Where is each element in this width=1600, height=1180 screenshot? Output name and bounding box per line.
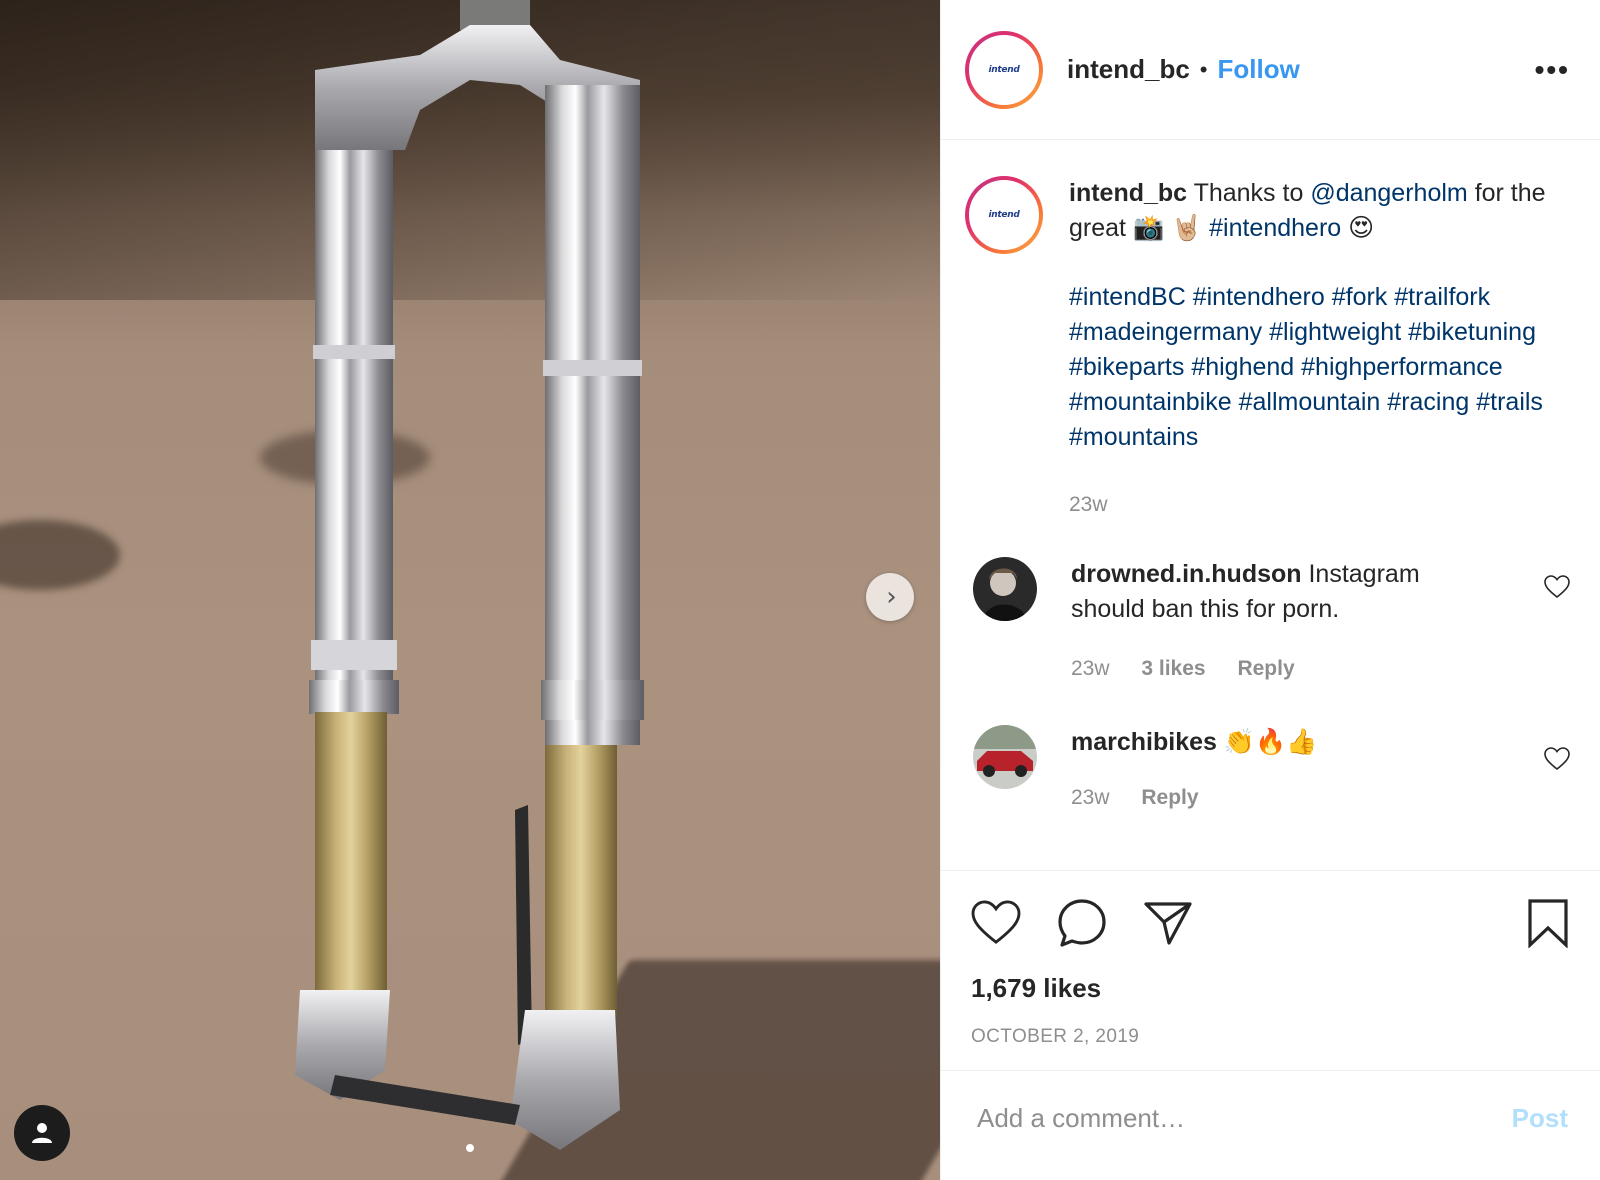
hashtag-list: #intendBC #intendhero #fork #trailfork #… xyxy=(1069,280,1569,455)
hashtag-link[interactable]: #intendhero xyxy=(1193,283,1325,311)
share-icon xyxy=(1144,902,1192,945)
brand-logo: intend xyxy=(988,64,1020,75)
hashtag-link[interactable]: #mountains xyxy=(1069,423,1198,451)
comment-item: marchibikes 👏🔥👍 23w Reply xyxy=(965,725,1570,810)
post-actions: 1,679 likes OCTOBER 2, 2019 xyxy=(941,870,1600,1070)
comment-meta: 23w Reply xyxy=(1071,786,1491,810)
author-avatar[interactable]: intend xyxy=(965,30,1043,109)
commenter-avatar[interactable] xyxy=(973,725,1037,789)
hashtag-link[interactable]: #intendhero xyxy=(1209,214,1341,242)
hashtag-link[interactable]: #fork xyxy=(1332,283,1388,311)
comment-likes-link[interactable]: 3 likes xyxy=(1141,657,1205,680)
hashtag-link[interactable]: #intendBC xyxy=(1069,283,1186,311)
caption-username[interactable]: intend_bc xyxy=(1069,179,1187,207)
comment-age: 23w xyxy=(1071,657,1110,680)
hashtag-link[interactable]: #highperformance xyxy=(1301,353,1503,381)
brand-logo: intend xyxy=(988,210,1020,220)
post-comment-button[interactable]: Post xyxy=(1512,1103,1568,1134)
hashtag-link[interactable]: #highend xyxy=(1191,353,1294,381)
post-date: OCTOBER 2, 2019 xyxy=(971,1026,1140,1047)
caption-meta: 23w xyxy=(1069,493,1569,517)
hashtag-link[interactable]: #mountainbike xyxy=(1069,388,1232,416)
camera-emoji: 📸 xyxy=(1132,214,1165,242)
commenter-username[interactable]: drowned.in.hudson xyxy=(1071,560,1302,588)
bike-fork-photo xyxy=(295,0,644,1150)
comment-icon xyxy=(1058,899,1106,947)
carousel-indicator xyxy=(0,1144,940,1152)
hashtag-link[interactable]: #biketuning xyxy=(1408,318,1536,346)
chevron-right-icon: › xyxy=(886,582,897,612)
reply-button[interactable]: Reply xyxy=(1141,786,1198,809)
like-button[interactable] xyxy=(971,900,1021,946)
comment-like-heart-icon[interactable] xyxy=(1544,747,1570,776)
user-icon xyxy=(32,1123,52,1143)
action-icons xyxy=(971,893,1570,953)
header-separator: • xyxy=(1199,56,1208,82)
caption-text: intend_bc Thanks to @dangerholm for the … xyxy=(1069,176,1569,455)
comment-text: drowned.in.hudson Instagram should ban t… xyxy=(1071,557,1491,627)
heart-eyes-emoji: 😍 xyxy=(1348,214,1375,242)
more-options-icon[interactable]: ••• xyxy=(1535,54,1570,86)
comment-text: marchibikes 👏🔥👍 xyxy=(1071,725,1491,760)
comment-age: 23w xyxy=(1071,786,1110,809)
commenter-avatar[interactable] xyxy=(973,557,1037,621)
comments-list[interactable]: intend intend_bc Thanks to @dangerholm f… xyxy=(941,140,1600,870)
bookmark-icon xyxy=(1528,899,1568,948)
add-comment-bar: Post xyxy=(941,1070,1600,1180)
author-username[interactable]: intend_bc xyxy=(1067,54,1190,85)
caption-author-avatar[interactable]: intend xyxy=(965,176,1043,254)
hashtag-link[interactable]: #allmountain xyxy=(1239,388,1381,416)
follow-button[interactable]: Follow xyxy=(1218,54,1300,85)
carousel-next-button[interactable]: › xyxy=(866,573,914,621)
comment-input[interactable] xyxy=(975,1102,1512,1135)
post-header: intend intend_bc • Follow ••• xyxy=(941,0,1600,140)
mention-link[interactable]: @dangerholm xyxy=(1310,179,1467,207)
hashtag-link[interactable]: #trailfork xyxy=(1394,283,1490,311)
caption-text-part: Thanks to xyxy=(1193,179,1304,207)
comment-button[interactable] xyxy=(1057,898,1107,948)
caption-age: 23w xyxy=(1069,493,1108,516)
likes-count[interactable]: 1,679 likes xyxy=(971,973,1570,1004)
comment-body: 👏🔥👍 xyxy=(1223,728,1318,756)
post-media[interactable]: › xyxy=(0,0,940,1180)
post-panel: intend intend_bc • Follow ••• intend int… xyxy=(940,0,1600,1180)
heart-icon xyxy=(971,900,1021,944)
tagged-users-button[interactable] xyxy=(14,1105,70,1161)
comment-item: drowned.in.hudson Instagram should ban t… xyxy=(965,557,1570,681)
comment-like-heart-icon[interactable] xyxy=(1544,575,1570,604)
hashtag-link[interactable]: #lightweight xyxy=(1269,318,1401,346)
share-button[interactable] xyxy=(1143,900,1193,946)
hashtag-link[interactable]: #racing xyxy=(1387,388,1469,416)
comment-meta: 23w 3 likes Reply xyxy=(1071,657,1491,681)
rock-hand-emoji: 🤘🏼 xyxy=(1171,214,1203,242)
hashtag-link[interactable]: #trails xyxy=(1476,388,1543,416)
carousel-dot-active xyxy=(466,1144,474,1152)
post-caption: intend intend_bc Thanks to @dangerholm f… xyxy=(965,176,1570,517)
hashtag-link[interactable]: #madeingermany xyxy=(1069,318,1262,346)
hashtag-link[interactable]: #bikeparts xyxy=(1069,353,1184,381)
commenter-username[interactable]: marchibikes xyxy=(1071,728,1217,756)
reply-button[interactable]: Reply xyxy=(1237,657,1294,680)
save-button[interactable] xyxy=(1526,898,1570,948)
